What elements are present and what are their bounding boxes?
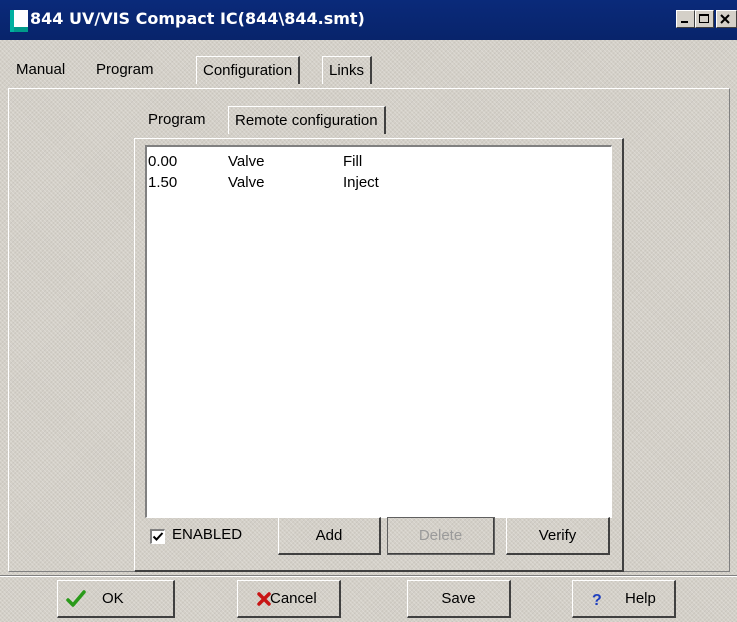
- help-button[interactable]: ? Help: [572, 580, 676, 618]
- app-icon: [10, 10, 28, 32]
- program-list[interactable]: 0.00 Valve Fill 1.50 Valve Inject: [145, 145, 612, 518]
- save-button-label: Save: [441, 590, 476, 607]
- tab-program[interactable]: Program: [90, 56, 160, 84]
- delete-button[interactable]: Delete: [387, 517, 495, 555]
- subtab-remote-configuration-label: Remote configuration: [235, 112, 378, 129]
- cancel-button[interactable]: Cancel: [237, 580, 341, 618]
- subtab-program-label: Program: [148, 111, 206, 128]
- checkmark-icon: [152, 532, 164, 541]
- footer-separator: [0, 575, 737, 577]
- cancel-button-label: Cancel: [270, 590, 317, 607]
- tab-program-label: Program: [96, 61, 154, 78]
- maximize-button[interactable]: [695, 10, 714, 28]
- cancel-x-icon: [257, 592, 271, 606]
- step-action: Fill: [343, 153, 363, 170]
- save-button[interactable]: Save: [407, 580, 511, 618]
- step-time: 0.00: [148, 153, 178, 170]
- help-question-icon: ?: [592, 592, 602, 608]
- help-button-label: Help: [625, 590, 656, 607]
- close-button[interactable]: [716, 10, 737, 28]
- list-item[interactable]: 0.00 Valve Fill: [147, 151, 611, 173]
- title-bar[interactable]: 844 UV/VIS Compact IC(844\844.smt): [0, 0, 737, 40]
- list-item[interactable]: 1.50 Valve Inject: [147, 172, 611, 194]
- step-device: Valve: [228, 174, 265, 191]
- step-action: Inject: [343, 174, 379, 191]
- verify-button-label: Verify: [538, 527, 577, 544]
- enabled-checkbox[interactable]: [150, 529, 165, 544]
- verify-button[interactable]: Verify: [506, 517, 610, 555]
- application-window: 844 UV/VIS Compact IC(844\844.smt) Manua…: [0, 0, 737, 622]
- minimize-button[interactable]: [676, 10, 695, 28]
- tab-manual-label: Manual: [16, 61, 66, 78]
- tab-configuration[interactable]: Configuration: [196, 56, 301, 84]
- tab-links-label: Links: [329, 62, 365, 79]
- step-time: 1.50: [148, 174, 178, 191]
- maximize-icon: [699, 14, 709, 23]
- check-icon: [66, 590, 86, 607]
- tab-manual[interactable]: Manual: [10, 56, 71, 84]
- step-device: Valve: [228, 153, 265, 170]
- add-button-label: Add: [315, 527, 343, 544]
- window-title: 844 UV/VIS Compact IC(844\844.smt): [30, 9, 365, 28]
- close-icon: [720, 14, 730, 24]
- minimize-icon: [681, 21, 688, 23]
- ok-button-label: OK: [102, 590, 124, 607]
- delete-button-label: Delete: [418, 527, 463, 544]
- svg-text:?: ?: [592, 592, 602, 608]
- tab-configuration-label: Configuration: [203, 62, 293, 79]
- subtab-remote-configuration[interactable]: Remote configuration: [228, 106, 386, 134]
- tab-links[interactable]: Links: [322, 56, 373, 84]
- subtab-program[interactable]: Program: [142, 106, 212, 134]
- add-button[interactable]: Add: [278, 517, 381, 555]
- enabled-label: ENABLED: [172, 526, 243, 543]
- ok-button[interactable]: OK: [57, 580, 175, 618]
